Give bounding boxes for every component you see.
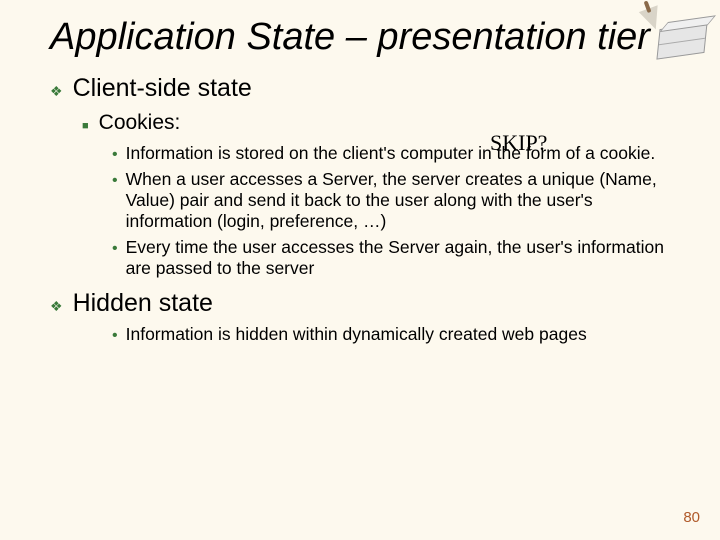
bullet-text: When a user accesses a Server, the serve… [126, 169, 684, 233]
section-heading: Hidden state [73, 289, 213, 318]
dot-bullet-icon: • [112, 326, 118, 346]
section-heading: Client-side state [73, 74, 252, 103]
bullet-text: Information is hidden within dynamically… [126, 324, 587, 345]
slide: Application State – presentation tier SK… [0, 0, 720, 540]
skip-label: SKIP? [490, 130, 547, 156]
cookies-bullet-list: • Information is stored on the client's … [112, 143, 684, 280]
diamond-bullet-icon: ❖ [50, 292, 63, 320]
hidden-state-bullet-list: • Information is hidden within dynamical… [112, 324, 684, 346]
square-bullet-icon: ■ [82, 115, 89, 137]
section-hidden-state: ❖ Hidden state [50, 289, 684, 320]
diamond-bullet-icon: ❖ [50, 77, 63, 105]
list-item: • Information is hidden within dynamical… [112, 324, 684, 346]
list-item: • When a user accesses a Server, the ser… [112, 169, 684, 233]
bullet-text: Every time the user accesses the Server … [126, 237, 684, 280]
dot-bullet-icon: • [112, 239, 118, 259]
list-item: • Information is stored on the client's … [112, 143, 684, 165]
bricklaying-icon [636, 6, 710, 66]
dot-bullet-icon: • [112, 171, 118, 191]
slide-title: Application State – presentation tier [50, 16, 684, 60]
page-number: 80 [683, 509, 700, 526]
section-client-side-state: ❖ Client-side state [50, 74, 684, 105]
dot-bullet-icon: • [112, 145, 118, 165]
list-item: • Every time the user accesses the Serve… [112, 237, 684, 280]
subsection-cookies: ■ Cookies: [82, 111, 684, 137]
bullet-text: Information is stored on the client's co… [126, 143, 656, 164]
subsection-heading: Cookies: [99, 111, 181, 135]
